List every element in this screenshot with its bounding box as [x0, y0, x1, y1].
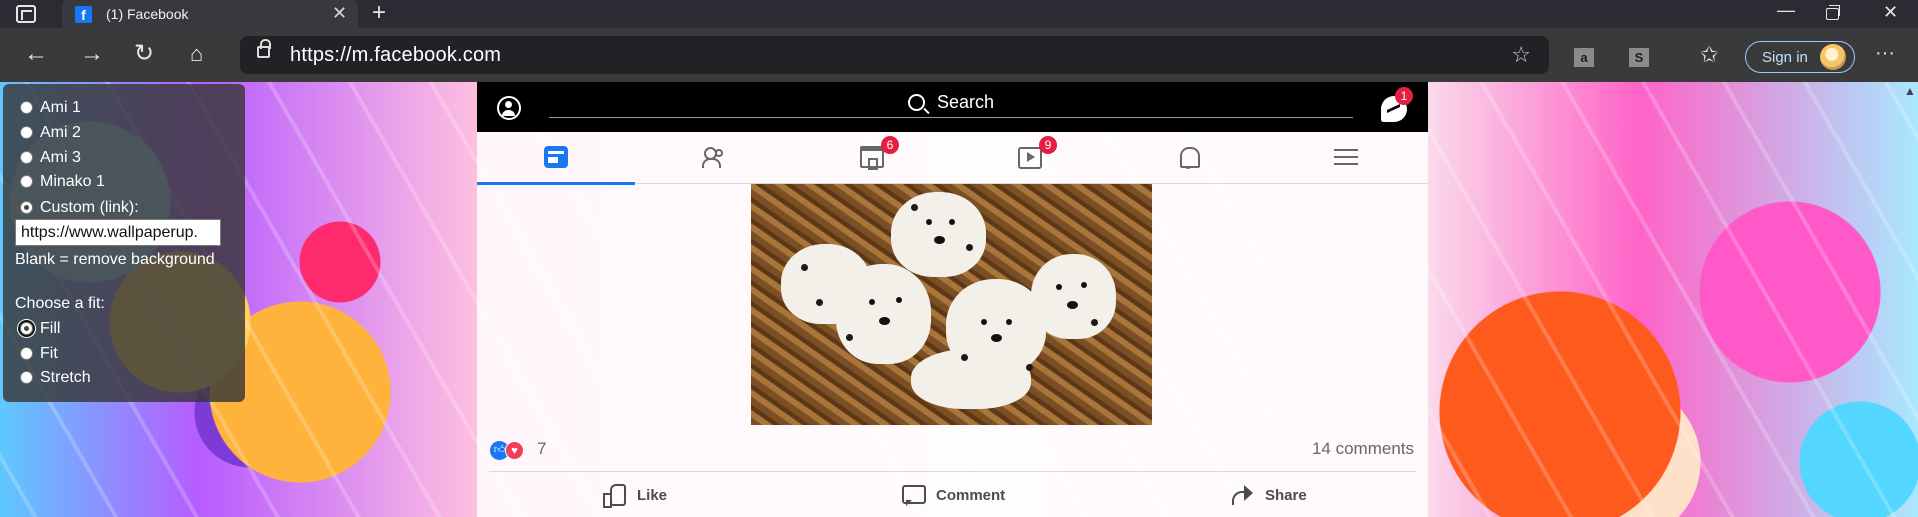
watch-badge: 9: [1039, 136, 1057, 154]
fit-heading: Choose a fit:: [15, 295, 105, 312]
home-icon[interactable]: ⌂: [190, 42, 203, 66]
facebook-top-bar: Search 1: [477, 82, 1428, 132]
radio-button[interactable]: [20, 347, 33, 360]
tab-marketplace[interactable]: 6: [793, 132, 951, 184]
window-close-button[interactable]: ✕: [1883, 2, 1898, 23]
radio-label: Minako 1: [40, 173, 105, 190]
search-icon[interactable]: [908, 94, 925, 111]
add-favorite-icon[interactable]: ☆: [1511, 42, 1531, 68]
radio-button[interactable]: [20, 126, 33, 139]
comment-label: Comment: [936, 487, 1006, 504]
comment-button[interactable]: Comment: [901, 483, 1041, 509]
like-label: Like: [637, 487, 668, 504]
tab-watch[interactable]: 9: [951, 132, 1109, 184]
watch-video-icon: [1018, 147, 1042, 169]
reaction-count[interactable]: 7: [537, 439, 546, 459]
hamburger-menu-icon: [1334, 146, 1358, 168]
marketplace-icon: [860, 146, 884, 170]
reactions-icons[interactable]: 👍︎ ♥: [490, 441, 530, 461]
share-arrow-icon: [1230, 483, 1254, 507]
radio-label: Ami 1: [40, 99, 81, 116]
radio-label: Custom (link):: [40, 199, 139, 216]
post-divider: [489, 471, 1416, 472]
post-photo-dalmatian-puppies[interactable]: [751, 184, 1152, 425]
forward-arrow-icon[interactable]: →: [80, 42, 104, 66]
share-label: Share: [1265, 487, 1307, 504]
more-options-icon[interactable]: ···: [1875, 42, 1895, 64]
favorites-icon[interactable]: ✩: [1700, 44, 1718, 66]
radio-button[interactable]: [20, 151, 33, 164]
background-settings-panel: Ami 1 Ami 2 Ami 3 Minako 1 Custom (link)…: [3, 84, 245, 402]
radio-button[interactable]: [20, 322, 33, 335]
comment-count-link[interactable]: 14 comments: [1312, 439, 1414, 459]
new-tab-button[interactable]: +: [372, 1, 386, 25]
messenger-badge: 1: [1395, 87, 1413, 105]
tab-menu[interactable]: [1267, 132, 1425, 184]
tab-strip: f (1) Facebook ✕ + — ✕: [0, 0, 1918, 28]
radio-button[interactable]: [20, 371, 33, 384]
sign-in-button[interactable]: Sign in: [1745, 41, 1855, 73]
browser-tab-facebook[interactable]: f (1) Facebook ✕: [62, 0, 358, 28]
search-label[interactable]: Search: [937, 92, 994, 113]
address-url[interactable]: https://m.facebook.com: [290, 44, 501, 67]
address-bar[interactable]: https://m.facebook.com ☆: [240, 36, 1549, 74]
facebook-favicon-icon: f: [75, 6, 92, 23]
sign-in-label: Sign in: [1762, 49, 1808, 66]
radio-label: Fit: [40, 345, 58, 362]
blank-hint: Blank = remove background: [15, 251, 215, 268]
extension-a-icon[interactable]: a: [1574, 48, 1594, 67]
profile-icon[interactable]: [497, 96, 521, 120]
tab-actions-icon[interactable]: [16, 5, 36, 23]
tab-friends[interactable]: [635, 132, 793, 184]
radio-label: Ami 3: [40, 149, 81, 166]
browser-toolbar: ← → ↻ ⌂ https://m.facebook.com ☆ a S ✩ S…: [0, 28, 1918, 82]
radio-label: Stretch: [40, 369, 91, 386]
tab-close-icon[interactable]: ✕: [332, 4, 347, 22]
radio-label: Fill: [40, 320, 61, 337]
back-arrow-icon[interactable]: ←: [24, 42, 48, 66]
refresh-icon[interactable]: ↻: [134, 42, 154, 66]
marketplace-badge: 6: [881, 136, 899, 154]
facebook-mobile-page: Search 1 6 9 👍︎ ♥ 7 14 comments Like Com…: [477, 82, 1428, 517]
profile-avatar: [1820, 44, 1846, 70]
lock-icon[interactable]: [257, 39, 271, 58]
love-reaction-icon: ♥: [505, 441, 524, 460]
thumbs-up-icon: [602, 483, 626, 508]
search-input[interactable]: [549, 117, 1353, 118]
scrollbar-up-arrow-icon[interactable]: ▲: [1904, 84, 1916, 98]
tab-notifications[interactable]: [1109, 132, 1267, 184]
radio-button[interactable]: [20, 175, 33, 188]
bell-icon: [1176, 146, 1200, 169]
facebook-nav-tabs: 6 9: [477, 132, 1428, 185]
radio-label: Ami 2: [40, 124, 81, 141]
tab-news-feed[interactable]: [477, 132, 635, 185]
tab-title: (1) Facebook: [106, 6, 189, 22]
news-feed-icon: [544, 146, 568, 168]
extension-s-icon[interactable]: S: [1629, 48, 1649, 67]
window-restore-button[interactable]: [1826, 5, 1840, 20]
radio-button[interactable]: [20, 201, 33, 214]
share-button[interactable]: Share: [1230, 483, 1370, 509]
like-button[interactable]: Like: [602, 483, 742, 509]
radio-button[interactable]: [20, 101, 33, 114]
friends-icon: [702, 146, 726, 168]
comment-bubble-icon: [901, 483, 926, 507]
custom-link-input[interactable]: [15, 219, 221, 246]
window-minimize-button[interactable]: —: [1777, 0, 1795, 21]
